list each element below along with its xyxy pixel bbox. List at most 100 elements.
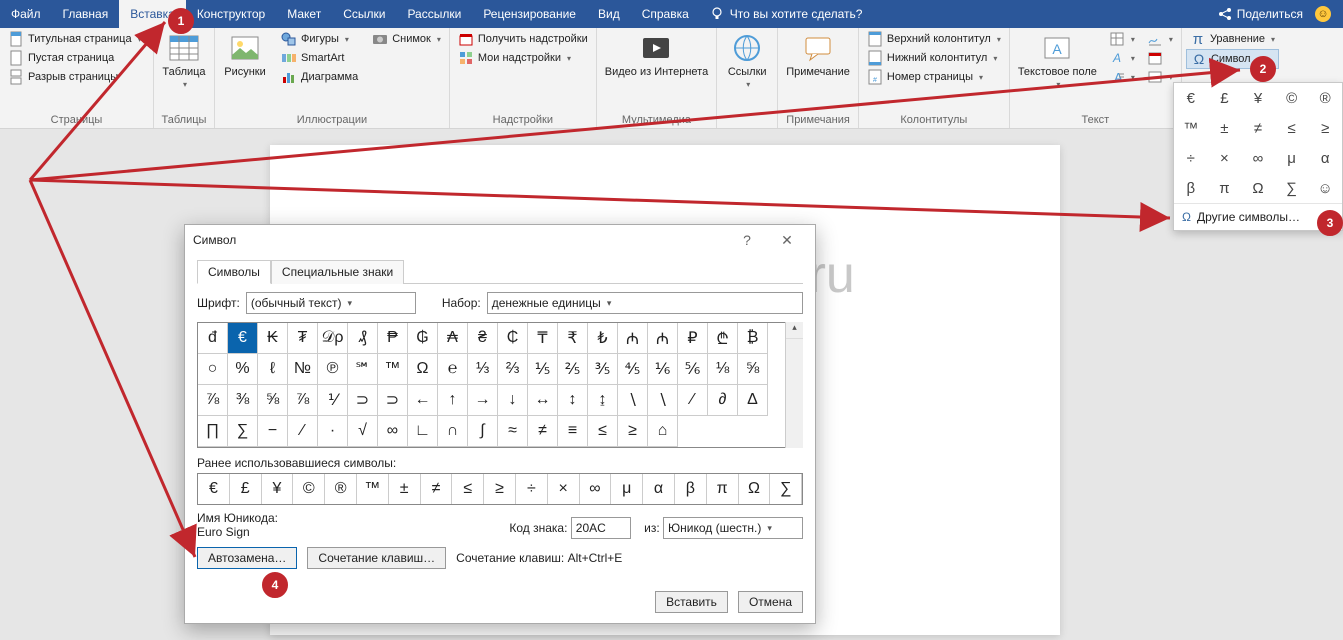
char-cell[interactable]: ⅞ — [197, 384, 228, 416]
comment-button[interactable]: Примечание — [782, 30, 854, 80]
char-cell[interactable]: ≥ — [617, 415, 648, 447]
char-cell[interactable]: ≤ — [587, 415, 618, 447]
my-addins-button[interactable]: Мои надстройки▾ — [454, 49, 592, 67]
char-cell[interactable]: − — [257, 415, 288, 447]
header-button[interactable]: Верхний колонтитул▾ — [863, 30, 1005, 48]
char-cell[interactable]: ⅛ — [707, 353, 738, 385]
char-cell[interactable]: ≈ — [497, 415, 528, 447]
char-cell[interactable]: ↕ — [557, 384, 588, 416]
recent-cell[interactable]: β — [675, 474, 707, 504]
recent-cell[interactable]: ¥ — [262, 474, 294, 504]
cancel-button[interactable]: Отмена — [738, 591, 803, 613]
symbol-cell[interactable]: ∑ — [1275, 173, 1309, 203]
recent-cell[interactable]: μ — [611, 474, 643, 504]
from-select[interactable]: Юникод (шестн.)▾ — [663, 517, 803, 539]
recent-cell[interactable]: € — [198, 474, 230, 504]
char-cell[interactable]: 𝒟ρ — [317, 322, 348, 354]
char-cell[interactable]: % — [227, 353, 258, 385]
char-cell[interactable]: ₭ — [257, 322, 288, 354]
online-video-button[interactable]: Видео из Интернета — [601, 30, 712, 80]
pictures-button[interactable]: Рисунки — [219, 30, 271, 80]
symbol-cell[interactable]: α — [1308, 143, 1342, 173]
char-cell[interactable]: ₮ — [287, 322, 318, 354]
dialog-help-button[interactable]: ? — [727, 232, 767, 248]
char-cell[interactable]: · — [317, 415, 348, 447]
recent-cell[interactable]: ≠ — [421, 474, 453, 504]
sigline-button[interactable]: ▾ — [1143, 30, 1177, 48]
table-button[interactable]: Таблица▾ — [158, 30, 210, 92]
recent-cell[interactable]: ÷ — [516, 474, 548, 504]
footer-button[interactable]: Нижний колонтитул▾ — [863, 49, 1005, 67]
char-cell[interactable]: ₱ — [377, 322, 408, 354]
symbol-cell[interactable]: ® — [1308, 83, 1342, 113]
char-cell[interactable]: √ — [347, 415, 378, 447]
char-cell[interactable]: ⅘ — [617, 353, 648, 385]
char-cell[interactable]: ⅕ — [527, 353, 558, 385]
shapes-button[interactable]: Фигуры▾ — [277, 30, 362, 48]
char-cell[interactable]: ↔ — [527, 384, 558, 416]
screenshot-button[interactable]: Снимок▾ — [368, 30, 445, 48]
smartart-button[interactable]: SmartArt — [277, 49, 362, 67]
char-cell[interactable]: ⅝ — [737, 353, 768, 385]
recent-cell[interactable]: Ω — [739, 474, 771, 504]
char-cell[interactable]: ⌂ — [647, 415, 678, 447]
symbol-cell[interactable]: Ω — [1241, 173, 1275, 203]
char-cell[interactable]: ₺ — [587, 322, 618, 354]
char-cell[interactable]: ℗ — [317, 353, 348, 385]
symbol-cell[interactable]: © — [1275, 83, 1309, 113]
char-cell[interactable]: ∕ — [287, 415, 318, 447]
char-cell[interactable]: ↑ — [437, 384, 468, 416]
char-cell[interactable]: ○ — [197, 353, 228, 385]
recent-symbols[interactable]: €£¥©®™±≠≤≥÷×∞μαβπΩ∑ — [197, 473, 803, 505]
char-cell[interactable]: ≠ — [527, 415, 558, 447]
tab-file[interactable]: Файл — [0, 0, 52, 28]
char-cell[interactable]: ₹ — [557, 322, 588, 354]
char-cell[interactable]: ⅔ — [497, 353, 528, 385]
symbol-cell[interactable]: ™ — [1174, 113, 1208, 143]
char-cell[interactable]: ∫ — [467, 415, 498, 447]
char-cell[interactable]: ∖ — [647, 384, 678, 416]
char-cell[interactable]: € — [227, 322, 258, 354]
char-cell[interactable]: ↓ — [497, 384, 528, 416]
recent-cell[interactable]: ± — [389, 474, 421, 504]
dialog-tab-symbols[interactable]: Символы — [197, 260, 271, 284]
symbol-cell[interactable]: ≤ — [1275, 113, 1309, 143]
char-cell[interactable]: ≡ — [557, 415, 588, 447]
char-cell[interactable]: ⅝ — [257, 384, 288, 416]
subset-select[interactable]: денежные единицы▾ — [487, 292, 803, 314]
symbol-cell[interactable]: € — [1174, 83, 1208, 113]
char-cell[interactable]: ₸ — [527, 322, 558, 354]
recent-cell[interactable]: π — [707, 474, 739, 504]
smile-icon[interactable]: ☺ — [1315, 6, 1331, 22]
char-cell[interactable]: № — [287, 353, 318, 385]
dialog-tab-special[interactable]: Специальные знаки — [271, 260, 404, 284]
char-cell[interactable]: ∖ — [617, 384, 648, 416]
tab-home[interactable]: Главная — [52, 0, 120, 28]
char-cell[interactable]: ⅗ — [587, 353, 618, 385]
char-cell[interactable]: ℮ — [437, 353, 468, 385]
autocorrect-button[interactable]: Автозамена… — [197, 547, 297, 569]
char-cell[interactable]: ↨ — [587, 384, 618, 416]
char-cell[interactable]: ∕ — [677, 384, 708, 416]
symbol-cell[interactable]: £ — [1208, 83, 1242, 113]
char-cell[interactable]: ∟ — [407, 415, 438, 447]
symbol-cell[interactable]: ± — [1208, 113, 1242, 143]
char-cell[interactable]: ⅟ — [317, 384, 348, 416]
shortcut-button[interactable]: Сочетание клавиш… — [307, 547, 446, 569]
recent-cell[interactable]: © — [293, 474, 325, 504]
page-number-button[interactable]: #Номер страницы▾ — [863, 68, 1005, 86]
recent-cell[interactable]: ® — [325, 474, 357, 504]
tell-me[interactable]: Что вы хотите сделать? — [710, 0, 863, 28]
dialog-close-button[interactable]: ✕ — [767, 232, 807, 249]
recent-cell[interactable]: α — [643, 474, 675, 504]
char-cell[interactable]: ⅙ — [647, 353, 678, 385]
tab-review[interactable]: Рецензирование — [472, 0, 587, 28]
share-button[interactable]: Поделиться — [1218, 7, 1303, 21]
cover-page-button[interactable]: Титульная страница▾ — [4, 30, 146, 48]
char-cell[interactable]: ← — [407, 384, 438, 416]
char-cell[interactable]: ⅖ — [557, 353, 588, 385]
symbol-cell[interactable]: μ — [1275, 143, 1309, 173]
recent-cell[interactable]: ≤ — [452, 474, 484, 504]
recent-cell[interactable]: ∞ — [580, 474, 612, 504]
char-cell[interactable]: ₴ — [467, 322, 498, 354]
